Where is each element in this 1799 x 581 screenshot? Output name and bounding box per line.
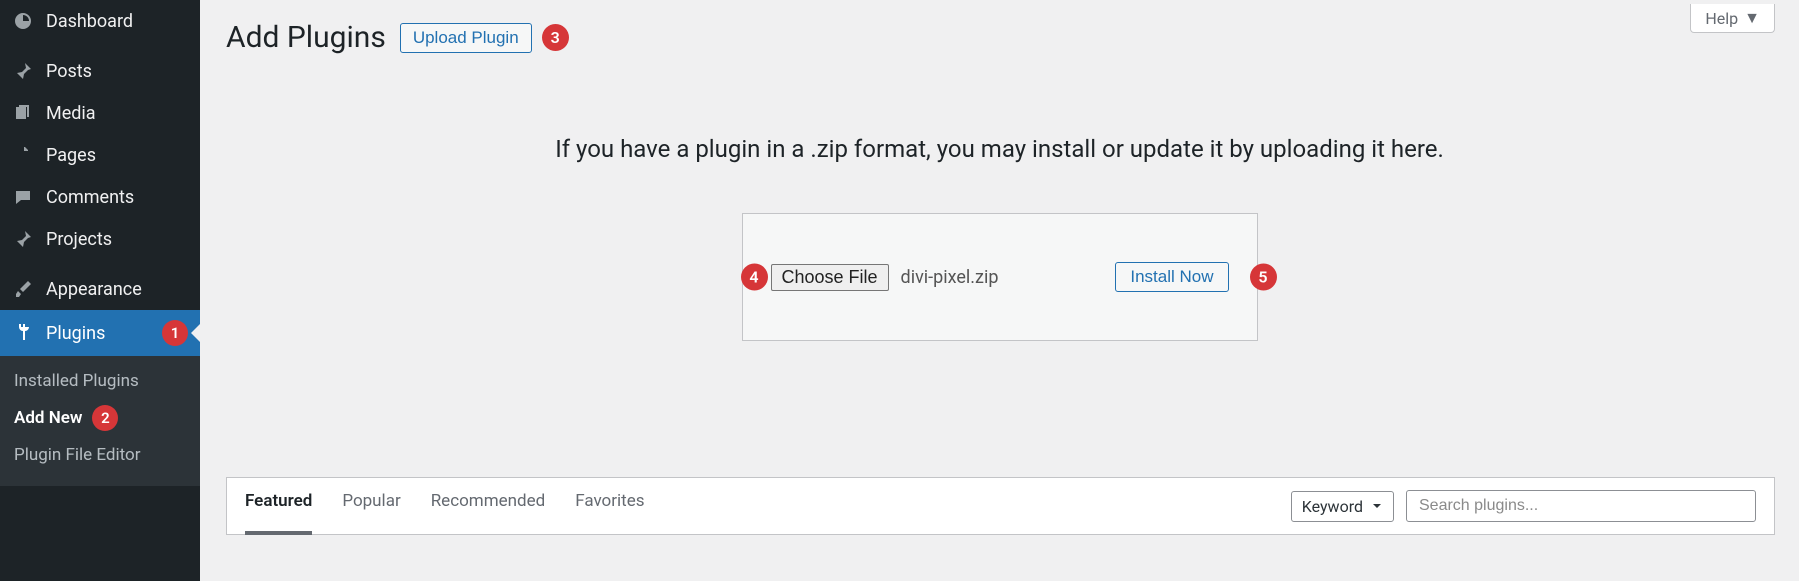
submenu-item-label: Installed Plugins [14, 371, 139, 391]
submenu-plugin-file-editor[interactable]: Plugin File Editor [0, 438, 200, 472]
dashboard-icon [12, 10, 34, 32]
tab-recommended[interactable]: Recommended [431, 491, 546, 521]
filter-tabs: Featured Popular Recommended Favorites [245, 491, 645, 521]
submenu-item-label: Plugin File Editor [14, 445, 141, 465]
sidebar-item-media[interactable]: Media [0, 92, 200, 134]
annotation-badge-5: 5 [1250, 264, 1277, 291]
pin-icon [12, 60, 34, 82]
sidebar-submenu-plugins: Installed Plugins Add New 2 Plugin File … [0, 356, 200, 486]
upload-area: If you have a plugin in a .zip format, y… [200, 135, 1799, 341]
install-now-button[interactable]: Install Now [1115, 262, 1228, 292]
sidebar-item-label: Plugins [46, 323, 150, 344]
filter-right: Keyword [1291, 490, 1756, 522]
choose-file-button[interactable]: Choose File [771, 264, 889, 291]
page-icon [12, 144, 34, 166]
content-area: Help ▼ Add Plugins Upload Plugin 3 If yo… [200, 0, 1799, 581]
selected-file-name: divi-pixel.zip [901, 267, 999, 288]
admin-sidebar: Dashboard Posts Media Pages Comments Pro… [0, 0, 200, 581]
search-plugins-input[interactable] [1406, 490, 1756, 522]
help-label: Help [1705, 9, 1738, 28]
plugin-filter-bar: Featured Popular Recommended Favorites K… [226, 477, 1775, 535]
chevron-down-icon [1371, 497, 1383, 516]
annotation-badge-2: 2 [92, 405, 118, 431]
sidebar-item-label: Posts [46, 61, 188, 82]
search-type-select[interactable]: Keyword [1291, 491, 1394, 522]
upload-instructions: If you have a plugin in a .zip format, y… [200, 135, 1799, 163]
sidebar-item-label: Appearance [46, 279, 188, 300]
annotation-badge-3: 3 [542, 24, 569, 51]
pin-icon [12, 228, 34, 250]
page-title: Add Plugins [226, 20, 386, 55]
help-tab[interactable]: Help ▼ [1690, 4, 1775, 33]
sidebar-item-label: Comments [46, 187, 188, 208]
sidebar-item-comments[interactable]: Comments [0, 176, 200, 218]
sidebar-item-label: Media [46, 103, 188, 124]
page-header: Add Plugins Upload Plugin 3 [200, 0, 1799, 55]
submenu-add-new[interactable]: Add New 2 [0, 398, 200, 438]
tab-favorites[interactable]: Favorites [575, 491, 644, 521]
sidebar-item-label: Projects [46, 229, 188, 250]
brush-icon [12, 278, 34, 300]
annotation-badge-1: 1 [162, 320, 188, 346]
sidebar-item-label: Pages [46, 145, 188, 166]
upload-form: 4 Choose File divi-pixel.zip Install Now… [742, 213, 1258, 341]
plugin-icon [12, 322, 34, 344]
sidebar-item-plugins[interactable]: Plugins 1 [0, 310, 200, 356]
tab-featured[interactable]: Featured [245, 491, 312, 535]
annotation-badge-4: 4 [741, 264, 768, 291]
chevron-down-icon: ▼ [1744, 8, 1760, 28]
search-type-label: Keyword [1302, 497, 1363, 516]
media-icon [12, 102, 34, 124]
sidebar-item-pages[interactable]: Pages [0, 134, 200, 176]
submenu-installed-plugins[interactable]: Installed Plugins [0, 364, 200, 398]
comment-icon [12, 186, 34, 208]
sidebar-item-posts[interactable]: Posts [0, 50, 200, 92]
file-input-group: Choose File divi-pixel.zip [771, 264, 999, 291]
sidebar-item-appearance[interactable]: Appearance [0, 268, 200, 310]
upload-plugin-button[interactable]: Upload Plugin [400, 23, 532, 53]
sidebar-item-dashboard[interactable]: Dashboard [0, 0, 200, 42]
submenu-item-label: Add New [14, 408, 82, 428]
sidebar-item-projects[interactable]: Projects [0, 218, 200, 260]
sidebar-item-label: Dashboard [46, 11, 188, 32]
tab-popular[interactable]: Popular [342, 491, 400, 521]
